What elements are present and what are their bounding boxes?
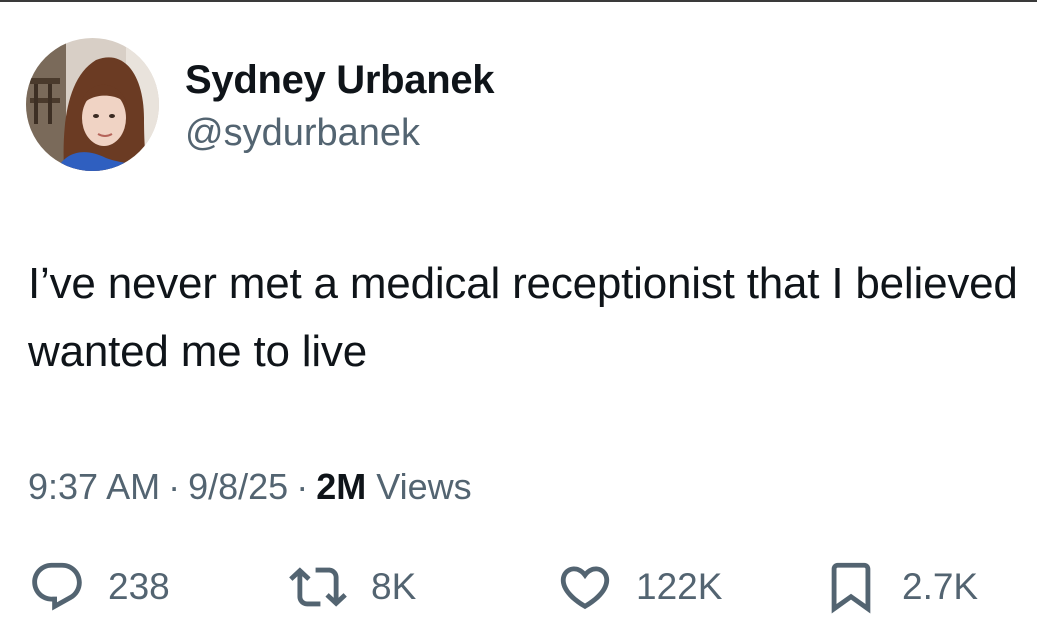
retweet-icon	[287, 558, 371, 616]
avatar-image	[26, 38, 159, 171]
reply-count: 238	[108, 566, 170, 607]
views-count[interactable]: 2M	[316, 466, 366, 507]
bookmark-count: 2.7K	[902, 566, 979, 607]
action-bar: 238 8K 122K 2.7K	[0, 556, 1037, 626]
display-name[interactable]: Sydney Urbanek	[185, 58, 495, 103]
avatar[interactable]	[26, 38, 159, 171]
like-count: 122K	[636, 566, 723, 607]
tweet-time[interactable]: 9:37 AM	[28, 466, 160, 507]
top-divider	[0, 0, 1037, 2]
meta-separator: ·	[168, 466, 181, 507]
tweet-meta: 9:37 AM · 9/8/25 · 2M Views	[28, 466, 472, 508]
like-button[interactable]: 122K	[556, 556, 722, 618]
user-handle[interactable]: @sydurbanek	[185, 112, 420, 155]
repost-button[interactable]: 8K	[287, 556, 416, 618]
reply-icon	[28, 558, 108, 616]
bookmark-button[interactable]: 2.7K	[822, 556, 978, 618]
views-label[interactable]: Views	[376, 466, 471, 507]
meta-separator: ·	[296, 466, 309, 507]
reply-button[interactable]: 238	[28, 556, 170, 618]
tweet-date[interactable]: 9/8/25	[188, 466, 288, 507]
repost-count: 8K	[371, 566, 417, 607]
tweet-text: I’ve never met a medical receptionist th…	[28, 259, 1018, 376]
bookmark-icon	[822, 558, 902, 616]
heart-icon	[556, 558, 636, 616]
